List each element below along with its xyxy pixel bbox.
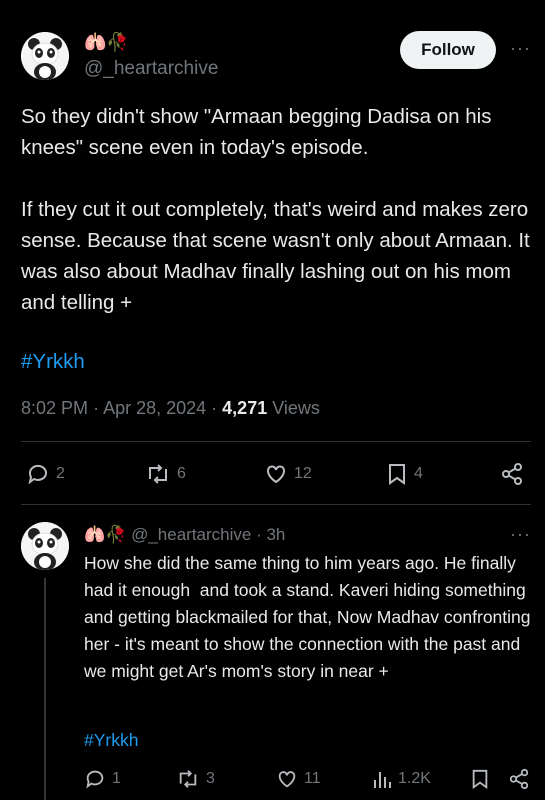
hashtag-link[interactable]: #Yrkkh: [21, 346, 531, 377]
tweet-time[interactable]: 8:02 PM: [21, 398, 88, 418]
thread-line: [44, 578, 46, 800]
reply-views-count: 1.2K: [398, 770, 431, 787]
tweet-meta: 8:02 PM · Apr 28, 2024 · 4,271 Views: [21, 398, 320, 418]
reply-reply-button[interactable]: 1: [84, 768, 121, 790]
reply-count: 2: [56, 465, 65, 482]
reply-views-button[interactable]: 1.2K: [372, 768, 431, 790]
share-icon: [502, 463, 522, 485]
reply-share-button[interactable]: [508, 768, 530, 790]
reply-reply-count: 1: [112, 770, 121, 787]
bookmark-icon: [472, 769, 488, 789]
reply-more-options-icon[interactable]: ···: [510, 524, 531, 545]
reply-button[interactable]: 2: [26, 462, 65, 486]
reply-icon: [28, 464, 47, 485]
handle-emoji: 🫁🥀: [84, 525, 127, 544]
like-icon: [267, 465, 285, 484]
reply-like-button[interactable]: 11: [276, 768, 321, 790]
more-options-icon[interactable]: ···: [510, 38, 531, 59]
reply-hashtag-link[interactable]: #Yrkkh: [84, 727, 534, 754]
reply-like-count: 11: [304, 770, 321, 787]
reply-handle[interactable]: @_heartarchive: [131, 525, 251, 544]
divider: [21, 504, 531, 505]
repost-icon: [179, 770, 197, 788]
reply-header: 🫁🥀 @_heartarchive · 3h: [84, 525, 286, 544]
follow-button[interactable]: Follow: [400, 31, 496, 69]
tweet-date[interactable]: Apr 28, 2024: [103, 398, 206, 418]
share-button[interactable]: [500, 462, 524, 486]
like-icon: [278, 771, 296, 788]
reply-repost-count: 3: [206, 770, 215, 787]
repost-button[interactable]: 6: [145, 462, 186, 486]
share-icon: [509, 768, 529, 790]
divider: [21, 441, 531, 442]
handle-emoji: 🫁🥀: [84, 32, 129, 52]
views-label: Views: [272, 398, 320, 418]
reply-avatar[interactable]: [21, 522, 69, 570]
panda-avatar-icon: [21, 522, 69, 570]
repost-count: 6: [177, 465, 186, 482]
panda-avatar-icon: [21, 32, 69, 80]
reply-text: How she did the same thing to him years …: [84, 553, 536, 681]
tweet-text: So they didn't show "Armaan begging Dadi…: [21, 105, 530, 314]
like-button[interactable]: 12: [264, 462, 312, 486]
reply-age[interactable]: 3h: [266, 525, 285, 544]
like-count: 12: [294, 465, 312, 482]
repost-icon: [149, 464, 167, 484]
bookmark-count: 4: [414, 465, 423, 482]
views-icon: [374, 772, 391, 788]
reply-bookmark-button[interactable]: [470, 768, 490, 790]
bookmark-icon: [389, 464, 405, 485]
bookmark-button[interactable]: 4: [386, 462, 423, 486]
views-count: 4,271: [222, 398, 268, 418]
reply-icon: [86, 770, 104, 789]
user-handle[interactable]: @_heartarchive: [84, 58, 218, 80]
reply-repost-button[interactable]: 3: [176, 768, 215, 790]
avatar[interactable]: [21, 32, 69, 80]
